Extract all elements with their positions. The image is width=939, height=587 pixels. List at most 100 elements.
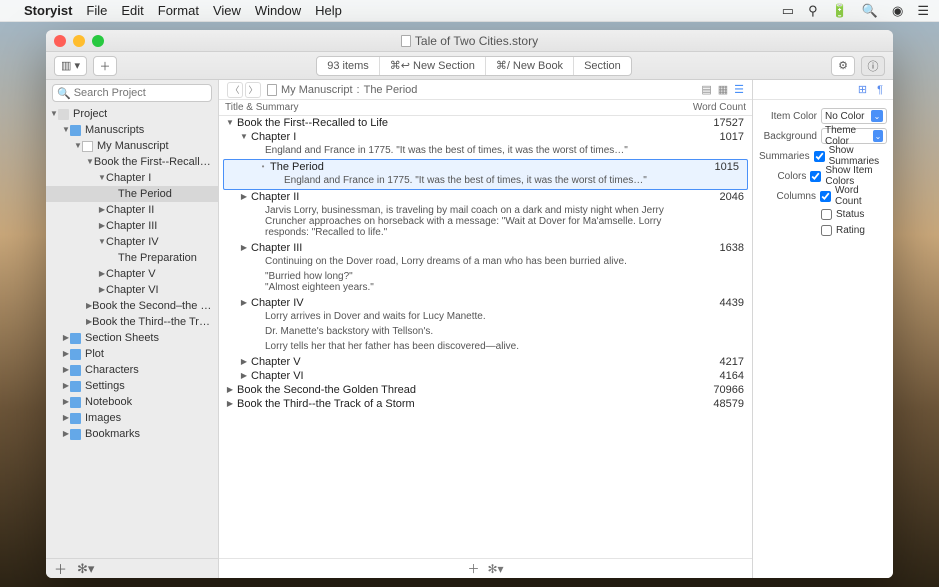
new-book-button[interactable]: ⌘/ New Book (486, 57, 574, 75)
sidebar-item[interactable]: Manuscripts (46, 122, 218, 138)
titlebar[interactable]: Tale of Two Cities.story (46, 30, 893, 52)
col-status-checkbox[interactable] (821, 209, 832, 220)
menu-edit[interactable]: Edit (121, 3, 143, 18)
col-rating-checkbox[interactable] (821, 225, 832, 236)
sidebar-gear-button[interactable]: ✻▾ (77, 561, 94, 577)
gear-button[interactable]: ⚙ (831, 56, 855, 76)
disclosure-triangle-icon[interactable] (62, 381, 70, 390)
outline-add-button[interactable]: ＋ (467, 560, 479, 577)
sidebar-item[interactable]: Settings (46, 378, 218, 394)
breadcrumb-section[interactable]: The Period (364, 84, 418, 96)
disclosure-triangle-icon[interactable] (239, 191, 249, 201)
sidebar-item[interactable]: Section Sheets (46, 330, 218, 346)
sidebar-item[interactable]: Book the Third--the Track of a Storm (46, 314, 218, 330)
spotlight-icon[interactable]: 🔍 (862, 3, 878, 19)
show-summaries-checkbox[interactable] (814, 151, 825, 162)
outline-body[interactable]: Book the First--Recalled to Life17527Cha… (219, 116, 752, 558)
menu-view[interactable]: View (213, 3, 241, 18)
inspector-tab-info-icon[interactable]: ⊞ (858, 83, 867, 96)
outline-row[interactable]: Chapter VI4164 (219, 369, 752, 383)
disclosure-triangle-icon[interactable] (74, 141, 82, 150)
sidebar-item[interactable]: Book the Second–the Golden Thread (46, 298, 218, 314)
window-minimize[interactable] (73, 35, 85, 47)
window-close[interactable] (54, 35, 66, 47)
disclosure-triangle-icon[interactable] (62, 397, 70, 406)
item-color-select[interactable]: No Color ⌄ (821, 108, 887, 124)
menu-format[interactable]: Format (158, 3, 199, 18)
disclosure-triangle-icon[interactable] (98, 269, 106, 278)
new-section-button[interactable]: ⌘↩︎ New Section (380, 57, 486, 75)
disclosure-triangle-icon[interactable] (225, 117, 235, 127)
col-wordcount[interactable]: Word Count (676, 102, 746, 113)
disclosure-triangle-icon[interactable] (239, 356, 249, 366)
col-title[interactable]: Title & Summary (225, 102, 676, 113)
outline-row[interactable]: Chapter IV4439 (219, 296, 752, 310)
sidebar-item[interactable]: The Preparation (46, 250, 218, 266)
inspector-tab-text-icon[interactable]: ¶ (877, 84, 883, 96)
outline-gear-button[interactable]: ✻▾ (487, 562, 503, 576)
outline-row[interactable]: Chapter I1017 (219, 130, 752, 144)
siri-icon[interactable]: ◉ (892, 3, 903, 19)
outline-row[interactable]: Book the First--Recalled to Life17527 (219, 116, 752, 130)
wifi-icon[interactable]: ⚲ (808, 3, 818, 19)
sidebar-item[interactable]: Book the First--Recalled to Life (46, 154, 218, 170)
sidebar-item[interactable]: Plot (46, 346, 218, 362)
window-zoom[interactable] (92, 35, 104, 47)
view-mode-outline-icon[interactable]: ☰ (734, 83, 744, 96)
disclosure-triangle-icon[interactable] (86, 301, 92, 310)
nav-back-button[interactable]: 〈 (227, 82, 243, 98)
outline-row[interactable]: Chapter II2046 (219, 190, 752, 204)
sidebar-item[interactable]: Notebook (46, 394, 218, 410)
sidebar-item[interactable]: Project (46, 106, 218, 122)
show-colors-checkbox[interactable] (810, 171, 821, 182)
search-input[interactable] (74, 87, 216, 99)
app-name[interactable]: Storyist (24, 3, 72, 18)
project-tree[interactable]: ProjectManuscriptsMy ManuscriptBook the … (46, 106, 218, 558)
disclosure-triangle-icon[interactable] (225, 398, 235, 408)
breadcrumb-manuscript[interactable]: My Manuscript (281, 84, 353, 96)
section-button[interactable]: Section (574, 57, 631, 75)
menu-help[interactable]: Help (315, 3, 342, 18)
sidebar-item[interactable]: Bookmarks (46, 426, 218, 442)
disclosure-triangle-icon[interactable] (62, 413, 70, 422)
outline-row[interactable]: •The Period1015 (224, 160, 747, 174)
disclosure-triangle-icon[interactable] (98, 173, 106, 182)
sidebar-item[interactable]: Chapter II (46, 202, 218, 218)
search-project[interactable]: 🔍 (52, 84, 212, 102)
outline-row[interactable]: Chapter III1638 (219, 241, 752, 255)
disclosure-triangle-icon[interactable] (239, 131, 249, 141)
disclosure-triangle-icon[interactable] (62, 333, 70, 342)
nav-forward-button[interactable]: 〉 (245, 82, 261, 98)
outline-row[interactable]: Book the Second-the Golden Thread70966 (219, 383, 752, 397)
disclosure-triangle-icon[interactable] (50, 109, 58, 118)
disclosure-triangle-icon[interactable] (62, 125, 70, 134)
disclosure-triangle-icon[interactable] (98, 285, 106, 294)
menu-file[interactable]: File (86, 3, 107, 18)
disclosure-triangle-icon[interactable] (225, 384, 235, 394)
sidebar-item[interactable]: My Manuscript (46, 138, 218, 154)
disclosure-triangle-icon[interactable] (239, 242, 249, 252)
view-mode-cork-icon[interactable]: ▦ (718, 83, 728, 96)
menu-window[interactable]: Window (255, 3, 301, 18)
sidebar-item[interactable]: The Period (46, 186, 218, 202)
sidebar-item[interactable]: Chapter I (46, 170, 218, 186)
disclosure-triangle-icon[interactable] (239, 370, 249, 380)
sidebar-item[interactable]: Characters (46, 362, 218, 378)
disclosure-triangle-icon[interactable] (98, 221, 106, 230)
info-button[interactable]: ⓘ (861, 56, 885, 76)
disclosure-triangle-icon[interactable] (62, 349, 70, 358)
add-button[interactable]: ＋ (93, 56, 117, 76)
disclosure-triangle-icon[interactable] (86, 157, 94, 166)
disclosure-triangle-icon[interactable] (62, 365, 70, 374)
disclosure-triangle-icon[interactable] (98, 237, 106, 246)
sidebar-item[interactable]: Chapter VI (46, 282, 218, 298)
sidebar-item[interactable]: Chapter IV (46, 234, 218, 250)
outline-selected-row[interactable]: •The Period1015England and France in 177… (223, 159, 748, 190)
outline-row[interactable]: Book the Third--the Track of a Storm4857… (219, 397, 752, 411)
sidebar-toggle-button[interactable]: ▥ ▾ (54, 56, 87, 76)
sidebar-item[interactable]: Images (46, 410, 218, 426)
disclosure-triangle-icon[interactable] (86, 317, 92, 326)
view-mode-text-icon[interactable]: ▤ (701, 83, 711, 96)
col-wordcount-checkbox[interactable] (820, 191, 831, 202)
disclosure-triangle-icon[interactable] (62, 429, 70, 438)
